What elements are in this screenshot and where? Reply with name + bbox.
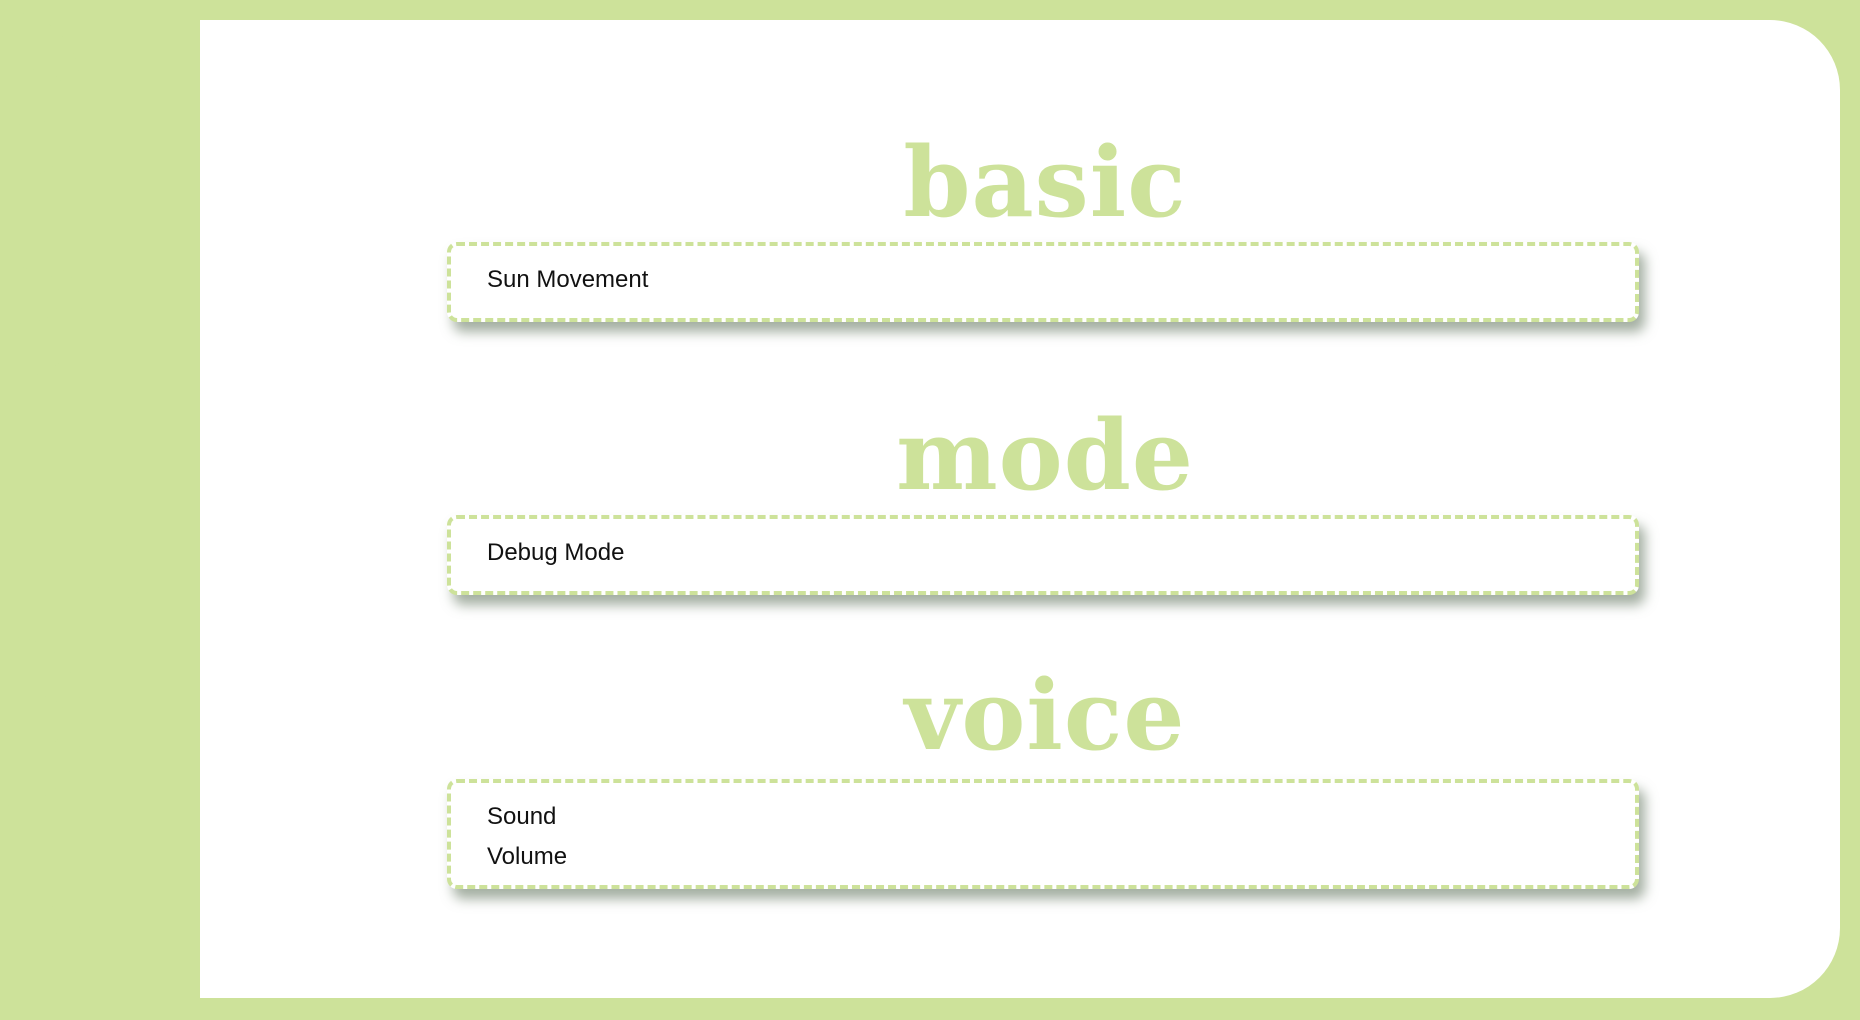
section-box-voice: Sound Volume [447,779,1639,889]
option-debug-mode[interactable]: Debug Mode [487,533,1635,573]
section-box-basic: Sun Movement [447,242,1639,322]
side-title: option [0,0,198,1020]
option-sun-movement[interactable]: Sun Movement [487,260,1635,300]
option-sound[interactable]: Sound [487,797,1635,837]
section-heading-voice: voice [904,659,1186,772]
section-heading-mode: mode [896,399,1194,512]
section-box-mode: Debug Mode [447,515,1639,595]
option-volume[interactable]: Volume [487,837,1635,877]
section-heading-basic: basic [903,126,1187,239]
